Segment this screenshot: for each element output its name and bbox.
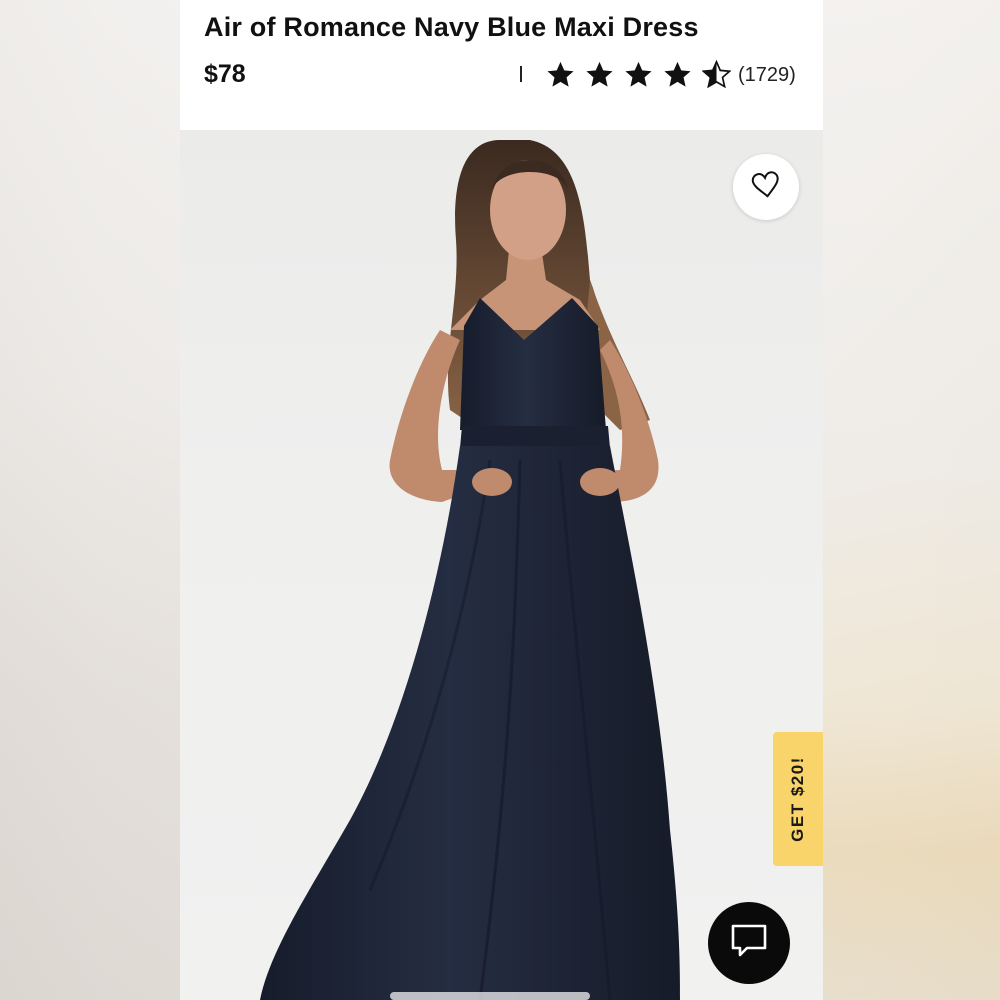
star-icon — [624, 60, 653, 89]
heart-outline-icon — [751, 170, 781, 205]
promo-tab[interactable]: GET $20! — [773, 732, 823, 866]
star-rating[interactable] — [546, 60, 731, 89]
half-star-icon — [702, 60, 731, 89]
product-header: Air of Romance Navy Blue Maxi Dress $78 — [180, 0, 823, 130]
star-icon — [546, 60, 575, 89]
header-divider — [520, 66, 522, 82]
promo-label: GET $20! — [788, 756, 808, 842]
home-indicator — [390, 992, 590, 1000]
product-price: $78 — [204, 60, 246, 88]
background-blur-right — [822, 0, 1000, 1000]
star-icon — [663, 60, 692, 89]
chat-bubble-icon — [729, 922, 769, 965]
product-page: Air of Romance Navy Blue Maxi Dress $78 — [180, 0, 823, 1000]
favorite-button[interactable] — [733, 154, 799, 220]
background-blur-left — [0, 0, 180, 1000]
product-image[interactable]: GET $20! — [180, 130, 823, 1000]
star-icon — [585, 60, 614, 89]
review-count[interactable]: (1729) — [738, 64, 796, 87]
chat-button[interactable] — [708, 902, 790, 984]
model-photo — [260, 140, 680, 1000]
product-title: Air of Romance Navy Blue Maxi Dress — [204, 12, 699, 42]
